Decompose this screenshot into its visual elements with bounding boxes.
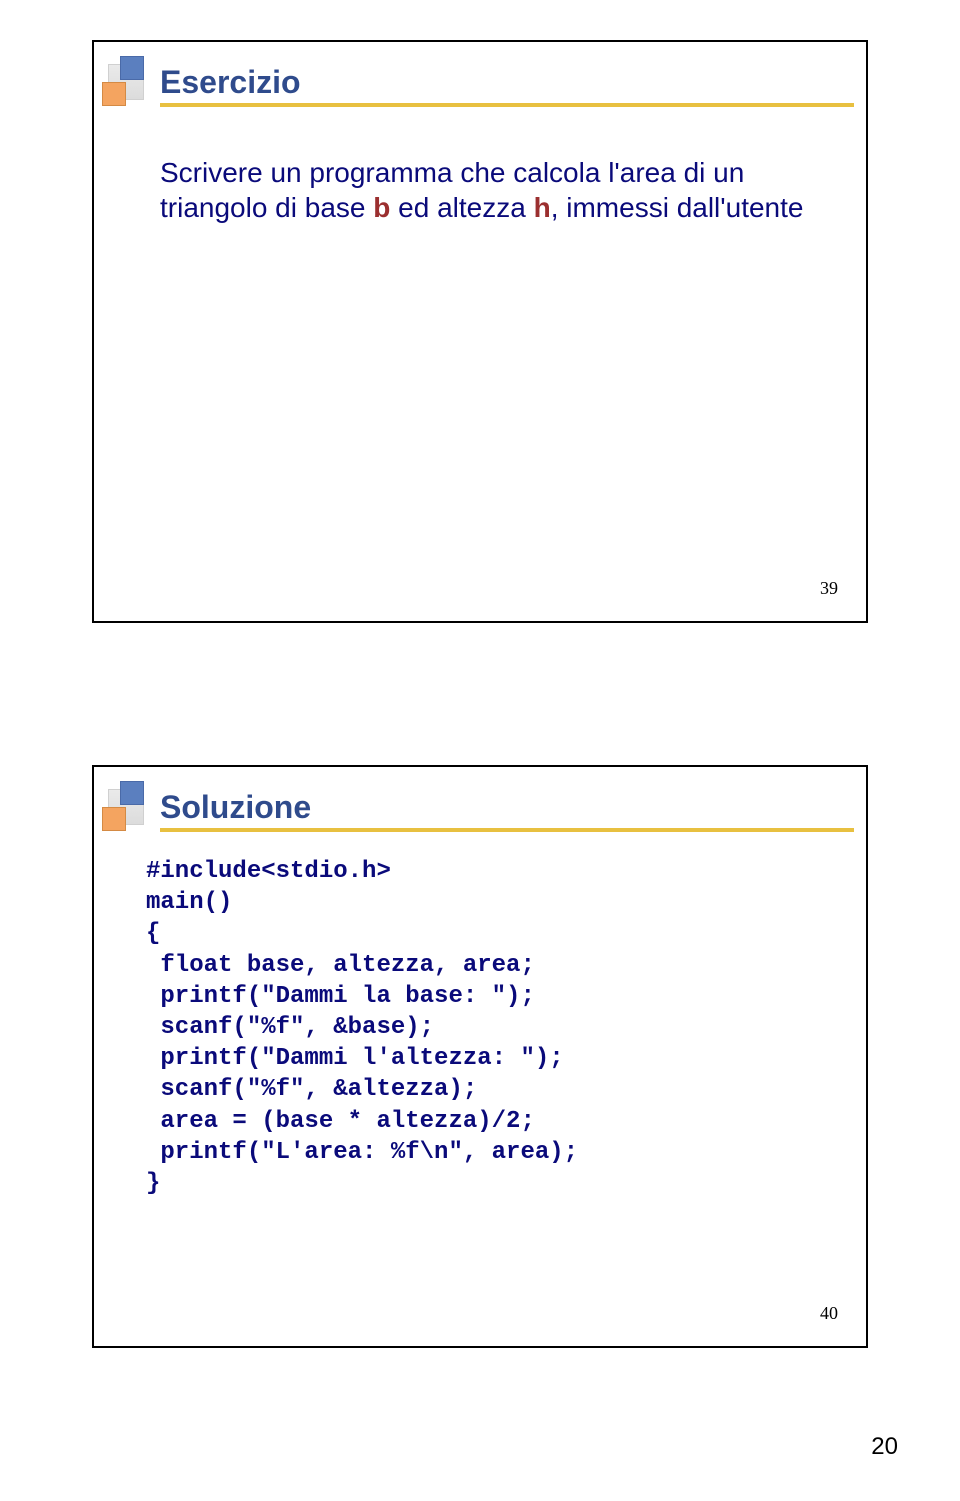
body-text-2: ed altezza (390, 192, 533, 223)
slide-title: Esercizio (160, 64, 301, 100)
title-underline (160, 103, 854, 107)
slide-1: Esercizio Scrivere un programma che calc… (92, 40, 868, 623)
slide-body: Scrivere un programma che calcola l'area… (106, 155, 854, 225)
slide-title-row: Soluzione (106, 789, 854, 826)
page-number: 20 (871, 1433, 898, 1461)
slide-number: 39 (820, 578, 838, 599)
slide-number: 40 (820, 1303, 838, 1324)
code-block: #include<stdio.h> main() { float base, a… (106, 856, 854, 1199)
body-text-3: , immessi dall'utente (551, 192, 804, 223)
var-h: h (534, 192, 551, 223)
var-b: b (373, 192, 390, 223)
slide-title-row: Esercizio (106, 64, 854, 101)
title-underline (160, 828, 854, 832)
slide-2: Soluzione #include<stdio.h> main() { flo… (92, 765, 868, 1348)
page: Esercizio Scrivere un programma che calc… (0, 0, 960, 1501)
slide-title: Soluzione (160, 789, 311, 825)
title-decor-icon (106, 62, 150, 106)
title-decor-icon (106, 787, 150, 831)
